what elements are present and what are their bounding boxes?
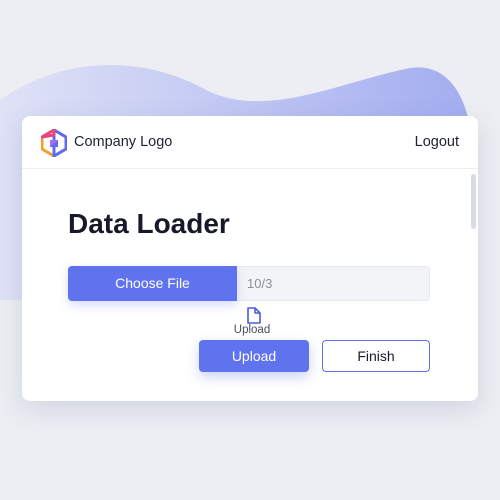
- upload-hint-label: Upload: [233, 324, 271, 336]
- document-icon: [247, 307, 261, 324]
- page-title: Data Loader: [68, 208, 230, 239]
- file-input-value: 10/3: [247, 276, 273, 291]
- upload-button[interactable]: Upload: [199, 340, 309, 372]
- scrollbar[interactable]: [470, 170, 478, 401]
- finish-button[interactable]: Finish: [322, 340, 430, 372]
- hexagon-logo-icon: [41, 129, 67, 157]
- logout-link[interactable]: Logout: [415, 134, 459, 150]
- company-logo-text: Company Logo: [74, 134, 173, 150]
- choose-file-button[interactable]: Choose File: [68, 266, 237, 301]
- data-loader-card: Company Logo Logout Data Loader Choose F…: [22, 116, 478, 401]
- scrollbar-thumb[interactable]: [471, 174, 476, 229]
- header: Company Logo Logout: [22, 116, 478, 169]
- file-input[interactable]: Choose File 10/3: [68, 266, 430, 301]
